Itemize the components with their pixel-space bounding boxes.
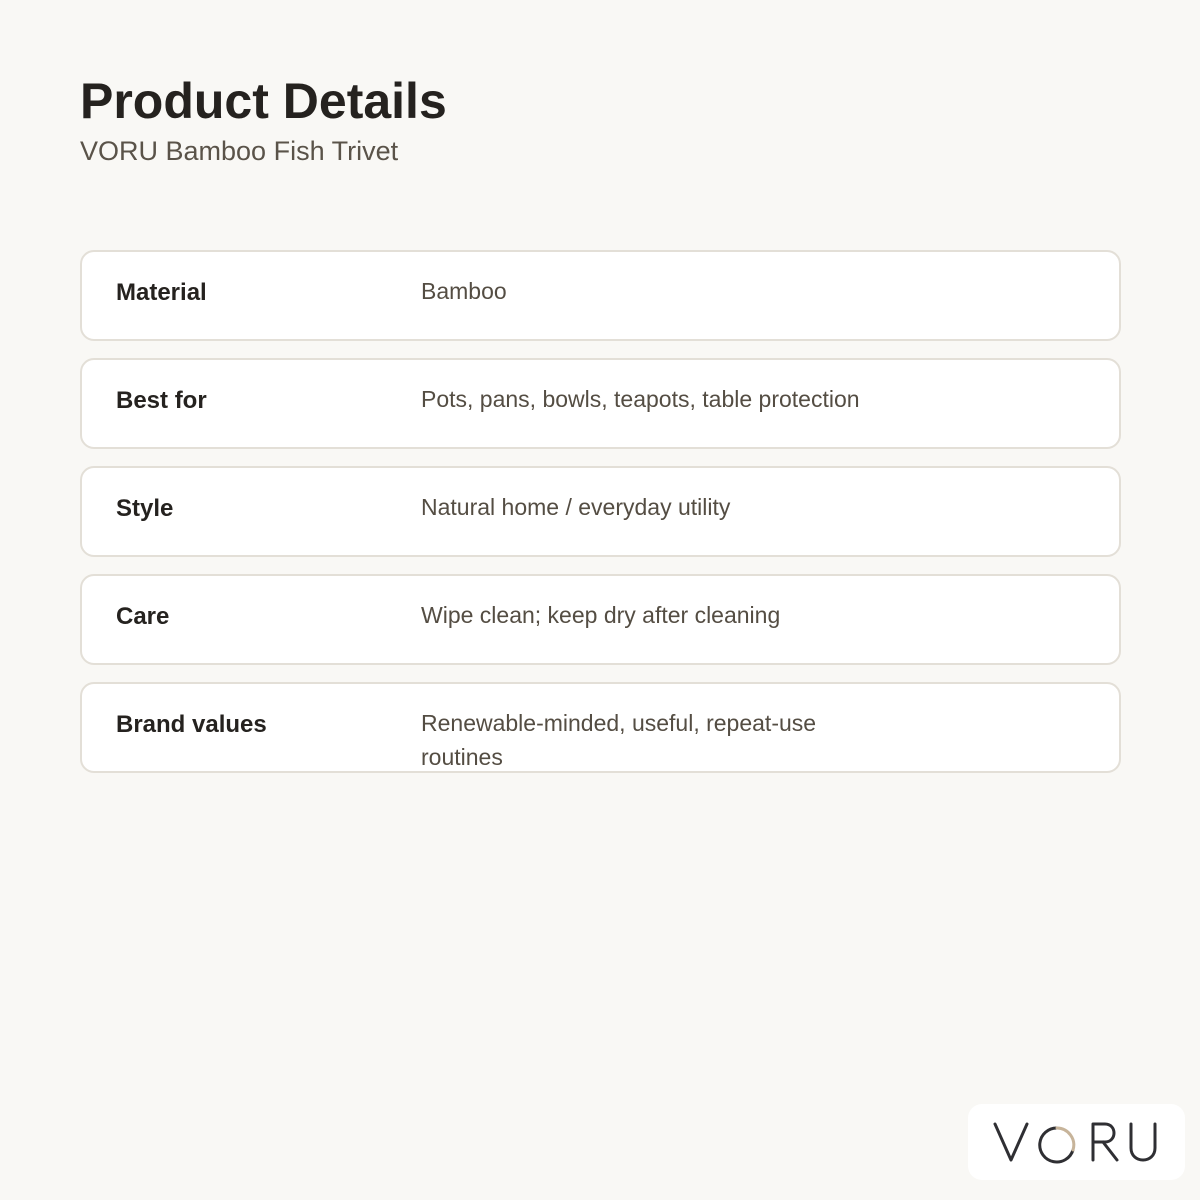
detail-row-material: Material Bamboo <box>80 250 1121 341</box>
detail-label: Brand values <box>116 711 267 738</box>
detail-row-care: Care Wipe clean; keep dry after cleaning <box>80 574 1121 665</box>
detail-label: Best for <box>116 387 207 414</box>
brand-logo-badge <box>968 1104 1185 1180</box>
logo-letter-u <box>1129 1122 1156 1162</box>
logo-letter-v <box>993 1122 1028 1162</box>
detail-label: Care <box>116 603 170 630</box>
detail-value: Wipe clean; keep dry after cleaning <box>421 602 781 628</box>
detail-label: Style <box>116 495 174 522</box>
detail-row-best-for: Best for Pots, pans, bowls, teapots, tab… <box>80 358 1121 449</box>
detail-row-style: Style Natural home / everyday utility <box>80 466 1121 557</box>
page-title: Product Details <box>80 73 447 129</box>
detail-value: Renewable-minded, useful, repeat-use rou… <box>421 710 817 770</box>
logo-letter-r <box>1091 1122 1118 1162</box>
product-name: VORU Bamboo Fish Trivet <box>80 136 399 166</box>
voru-logo <box>993 1122 1156 1164</box>
detail-value: Pots, pans, bowls, teapots, table protec… <box>421 386 860 412</box>
detail-label: Material <box>116 279 207 306</box>
detail-row-brand-values: Brand values Renewable-minded, useful, r… <box>80 682 1121 773</box>
product-details-list: Material Bamboo Best for Pots, pans, bow… <box>80 250 1121 790</box>
detail-value: Natural home / everyday utility <box>421 494 731 520</box>
detail-value: Bamboo <box>421 278 507 304</box>
logo-letter-o-accent <box>1055 1126 1075 1152</box>
